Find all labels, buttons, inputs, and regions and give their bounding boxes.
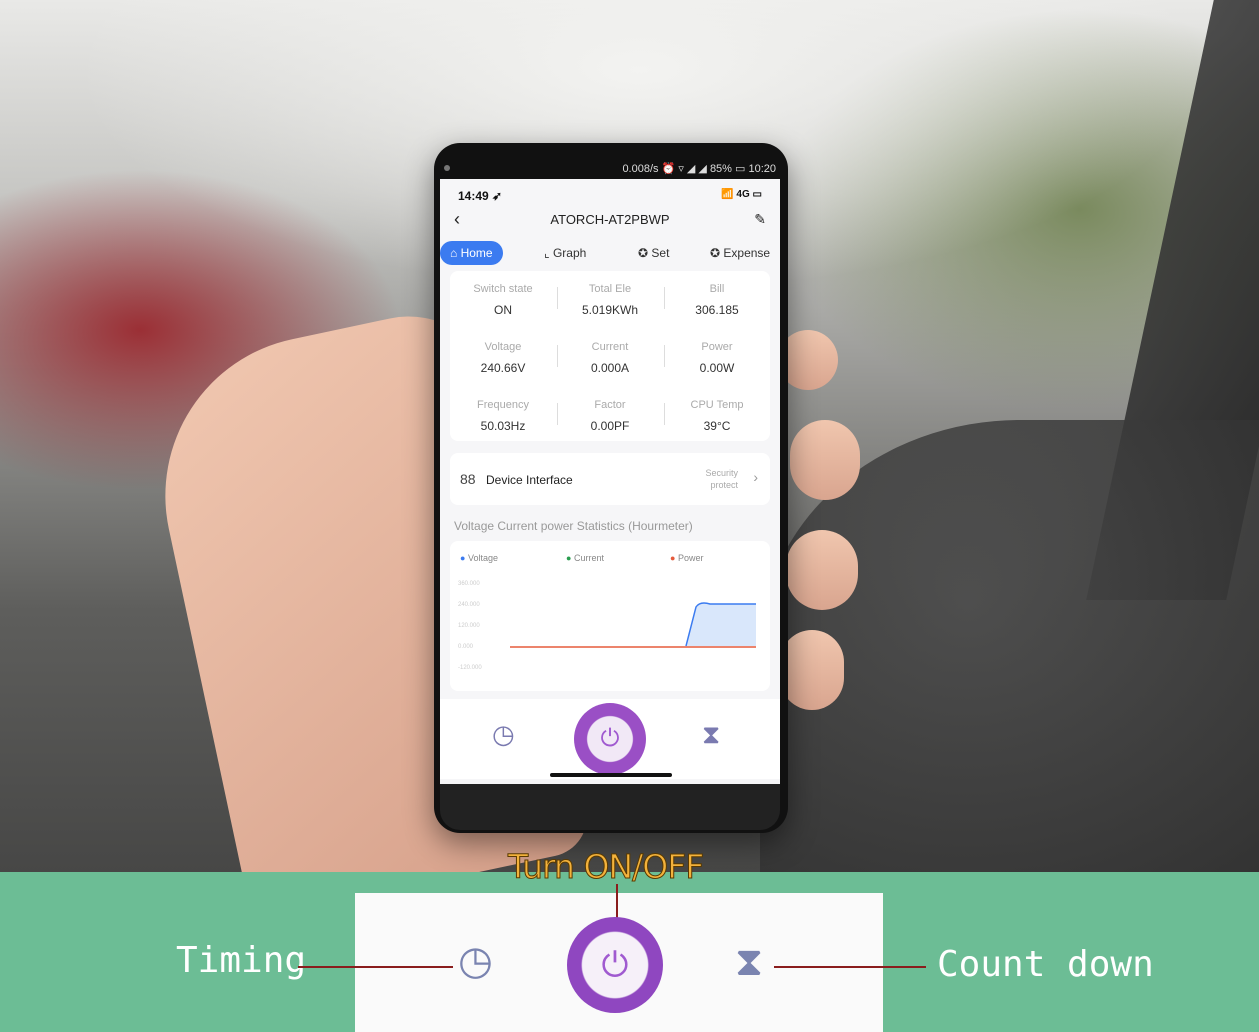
metric-label: Current	[591, 341, 629, 353]
power-icon: ⏻	[600, 725, 620, 752]
tab-expense[interactable]: ✪ Expense	[710, 241, 770, 265]
chart-plot	[510, 602, 756, 648]
count-down-label: Count down	[937, 944, 1154, 985]
metric-switch-state: Switch state ON	[450, 283, 556, 317]
ios-status-bar: 14:49 ➶ 📶 4G ▭	[440, 179, 780, 205]
android-status-bar: 0.008/s ⏰ ▿ ◢ ◢ 85% ▭ 10:20	[434, 143, 788, 179]
metric-power: Power 0.00W	[664, 341, 770, 375]
nav-bar: ‹ ATORCH-AT2PBWP ✎	[440, 209, 780, 231]
camera-icon	[444, 165, 450, 171]
timing-label: Timing	[176, 940, 307, 981]
power-button: ⏻	[567, 917, 663, 1013]
tab-set[interactable]: ✪ Set	[638, 241, 669, 265]
hourglass-icon: ⧗	[735, 940, 764, 984]
stats-chart: ● Voltage ● Current ● Power 360.000 240.…	[450, 541, 770, 691]
tab-graph[interactable]: ⌞ Graph	[544, 241, 586, 265]
metric-frequency: Frequency 50.03Hz	[450, 399, 556, 433]
tab-label: Expense	[723, 246, 771, 260]
pointer-line	[774, 966, 926, 968]
clock: 14:49 ➶	[458, 189, 503, 203]
metric-value: 306.185	[695, 303, 739, 317]
chevron-right-icon: ›	[753, 469, 758, 485]
metric-factor: Factor 0.00PF	[557, 399, 663, 433]
hourglass-icon[interactable]: ⧗	[702, 719, 720, 751]
metric-value: ON	[494, 303, 512, 317]
metric-label: Switch state	[473, 283, 533, 295]
home-indicator	[550, 773, 672, 777]
metric-cpu-temp: CPU Temp 39°C	[664, 399, 770, 433]
metric-value: 0.00W	[699, 361, 735, 375]
timer-icon[interactable]: ◷	[492, 719, 515, 750]
metric-total-ele: Total Ele 5.019KWh	[557, 283, 663, 317]
metric-current: Current 0.000A	[557, 341, 663, 375]
metric-label: CPU Temp	[690, 399, 744, 411]
metric-value: 5.019KWh	[581, 303, 639, 317]
device-interface-row[interactable]: 88 Device Interface Security protect ›	[450, 453, 770, 505]
metric-voltage: Voltage 240.66V	[450, 341, 556, 375]
power-icon: ⏻	[601, 945, 629, 984]
metric-label: Total Ele	[588, 283, 632, 295]
signal-indicators: 📶 4G ▭	[721, 189, 762, 200]
metric-value: 50.03Hz	[480, 419, 526, 433]
metrics-card: Switch state ON Total Ele 5.019KWh Bill 306…	[450, 271, 770, 441]
tab-label: Set	[651, 246, 670, 260]
phone: 0.008/s ⏰ ▿ ◢ ◢ 85% ▭ 10:20 14:49 ➶ 📶 4G…	[434, 143, 788, 833]
metric-label: Bill	[709, 283, 725, 295]
divider	[664, 287, 665, 309]
metric-value: 0.00PF	[590, 419, 630, 433]
app-screen: 14:49 ➶ 📶 4G ▭ ‹ ATORCH-AT2PBWP ✎ ⌂ Home…	[440, 179, 780, 784]
divider	[557, 403, 558, 425]
home-icon: ⌂	[450, 246, 458, 260]
tab-label: Home	[460, 246, 493, 260]
phone-bezel-bottom	[440, 784, 780, 830]
divider	[557, 345, 558, 367]
finger	[790, 420, 860, 500]
metric-label: Power	[701, 341, 733, 353]
metric-bill: Bill 306.185	[664, 283, 770, 317]
metric-label: Voltage	[484, 341, 522, 353]
gear-icon: ✪	[638, 246, 649, 260]
metric-label: Factor	[594, 399, 626, 411]
metric-value: 39°C	[703, 419, 731, 433]
stats-title: Voltage Current power Statistics (Hourme…	[454, 519, 693, 533]
edit-icon[interactable]: ✎	[754, 211, 766, 228]
metric-label: Frequency	[477, 399, 529, 411]
voltage-area	[686, 603, 756, 646]
finger	[780, 630, 844, 710]
finger	[786, 530, 858, 610]
tab-home[interactable]: ⌂ Home	[440, 241, 503, 265]
divider	[557, 287, 558, 309]
divider	[664, 403, 665, 425]
pointer-line	[298, 966, 453, 968]
page-title: ATORCH-AT2PBWP	[550, 212, 670, 227]
control-bar: ◷ ⏻ ⧗	[440, 699, 780, 779]
tab-bar: ⌂ Home ⌞ Graph ✪ Set ✪ Expense	[440, 241, 780, 265]
divider	[664, 345, 665, 367]
power-button[interactable]: ⏻	[574, 703, 646, 775]
device-interface-label: Device Interface	[486, 473, 573, 487]
metric-value: 0.000A	[590, 361, 630, 375]
status-text: 0.008/s ⏰ ▿ ◢ ◢ 85% ▭ 10:20	[622, 163, 776, 175]
metric-value: 240.66V	[480, 361, 526, 375]
grid-icon: 88	[460, 471, 476, 487]
timer-icon: ◷	[458, 939, 493, 983]
turn-on-off-label: Turn ON/OFF	[507, 847, 704, 887]
graph-icon: ⌞	[544, 246, 550, 260]
gear-icon: ✪	[710, 246, 721, 260]
tab-label: Graph	[552, 246, 587, 260]
security-protect-label: Security protect	[705, 468, 738, 490]
background-photo: 0.008/s ⏰ ▿ ◢ ◢ 85% ▭ 10:20 14:49 ➶ 📶 4G…	[0, 0, 1259, 872]
